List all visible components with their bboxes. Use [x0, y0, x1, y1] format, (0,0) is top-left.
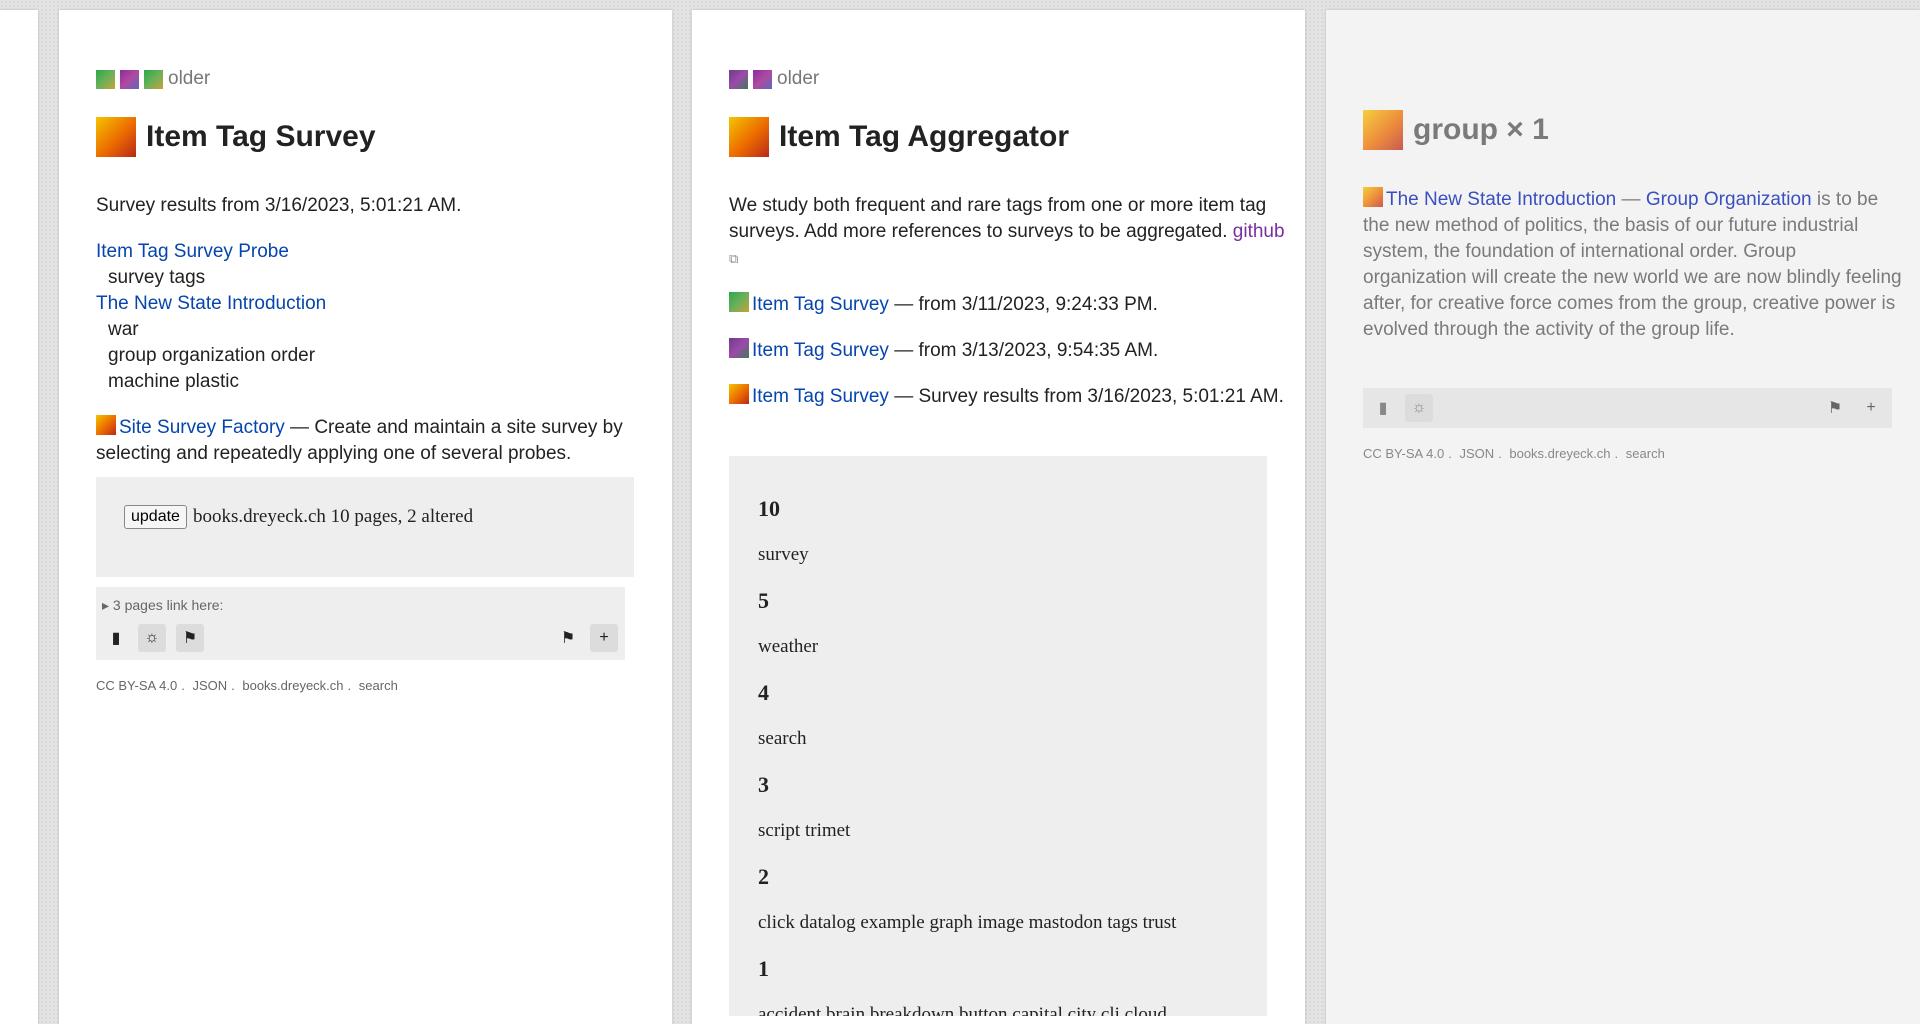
- page-flag-icon[interactable]: [96, 117, 136, 157]
- ref-link[interactable]: Item Tag Survey: [752, 340, 889, 361]
- site-link[interactable]: books.dreyeck.ch: [242, 678, 343, 693]
- paste-icon[interactable]: ▮: [1369, 394, 1397, 422]
- twin-flag-icon[interactable]: [144, 69, 163, 89]
- tag-count: 1: [758, 956, 769, 981]
- site-link[interactable]: books.dreyeck.ch: [1509, 446, 1610, 461]
- tag-count: 3: [758, 772, 769, 797]
- fork-flag-icon[interactable]: ⚑: [554, 624, 582, 652]
- twin-flag-icon[interactable]: [120, 69, 139, 89]
- tag-count: 10: [758, 496, 780, 521]
- ref-flag-icon[interactable]: [96, 415, 116, 435]
- survey-ref-2: Item Tag Survey — from 3/13/2023, 9:54:3…: [729, 338, 1289, 364]
- ref-link[interactable]: Group Organization: [1646, 189, 1812, 210]
- ref-flag-icon[interactable]: [1363, 187, 1383, 207]
- page-title-text: Item Tag Survey: [146, 120, 376, 153]
- twins-bar: older: [729, 68, 819, 90]
- group-text: is to be the new method of politics, the…: [1363, 189, 1902, 340]
- tag-list: accident brain breakdown button capital …: [758, 1004, 1167, 1016]
- twins-label[interactable]: older: [168, 68, 210, 90]
- group-paragraph: The New State Introduction — Group Organ…: [1363, 187, 1902, 340]
- add-icon[interactable]: +: [1857, 394, 1885, 422]
- ref-flag-icon[interactable]: [729, 338, 749, 358]
- factory-link[interactable]: Site Survey Factory: [119, 417, 285, 438]
- update-button[interactable]: update: [124, 505, 187, 529]
- tag-count: 2: [758, 864, 769, 889]
- tag-count: 5: [758, 588, 769, 613]
- tag-list: weather: [758, 636, 819, 657]
- fork-flag-icon[interactable]: ⚑: [1821, 394, 1849, 422]
- twin-flag-icon[interactable]: [96, 69, 115, 89]
- survey-panel: update books.dreyeck.ch 10 pages, 2 alte…: [96, 477, 634, 577]
- page-item-tag-aggregator: older Item Tag Aggregator We study both …: [692, 10, 1305, 1024]
- ref-link[interactable]: The New State Introduction: [1386, 189, 1616, 210]
- page-title: Item Tag Aggregator: [729, 117, 1069, 157]
- license-line: CC BY-SA 4.0. JSON. books.dreyeck.ch. se…: [1363, 446, 1665, 461]
- paste-icon[interactable]: ▮: [102, 624, 130, 652]
- tag-list: survey: [758, 544, 809, 565]
- search-link[interactable]: search: [359, 678, 398, 693]
- ref-item: group organization order: [108, 345, 316, 366]
- search-link[interactable]: search: [1626, 446, 1665, 461]
- backlinks-toggle[interactable]: ▸ 3 pages link here:: [102, 597, 223, 614]
- tag-count: 4: [758, 680, 769, 705]
- page-group: group × 1 The New State Introduction — G…: [1326, 10, 1920, 1024]
- ref-item: machine plastic: [108, 371, 239, 392]
- ref-flag-icon[interactable]: [729, 384, 749, 404]
- reference-list: Item Tag Survey Probe survey tags The Ne…: [96, 239, 656, 395]
- survey-ref-3: Item Tag Survey — Survey results from 3/…: [729, 384, 1289, 410]
- survey-status: books.dreyeck.ch 10 pages, 2 altered: [192, 506, 474, 527]
- ref-link[interactable]: Item Tag Survey: [752, 386, 889, 407]
- json-link[interactable]: JSON: [192, 678, 227, 693]
- twin-flag-icon[interactable]: [729, 69, 748, 89]
- intro-paragraph: We study both frequent and rare tags fro…: [729, 193, 1289, 272]
- survey-ref-1: Item Tag Survey — from 3/11/2023, 9:24:3…: [729, 292, 1289, 318]
- aggregate-panel: 10 survey 5 weather 4 search 3 script tr…: [729, 456, 1267, 1016]
- twin-flag-icon[interactable]: [753, 69, 772, 89]
- twins-bar: older: [96, 68, 210, 90]
- page-flag-icon[interactable]: [1363, 110, 1403, 150]
- twins-label[interactable]: older: [777, 68, 819, 90]
- previous-page-edge[interactable]: [0, 10, 38, 1024]
- flag-icon[interactable]: ⚑: [176, 624, 204, 652]
- license-line: CC BY-SA 4.0. JSON. books.dreyeck.ch. se…: [96, 678, 398, 693]
- license-link[interactable]: CC BY-SA 4.0: [1363, 446, 1444, 461]
- survey-summary: Survey results from 3/16/2023, 5:01:21 A…: [96, 195, 462, 216]
- page-footer: ▮ ☼ ⚑ +: [1363, 388, 1892, 428]
- ref-item: survey tags: [108, 267, 206, 288]
- ref-link[interactable]: Item Tag Survey: [752, 294, 889, 315]
- license-link[interactable]: CC BY-SA 4.0: [96, 678, 177, 693]
- tag-list: script trimet: [758, 820, 851, 841]
- add-icon[interactable]: +: [590, 624, 618, 652]
- ref-link[interactable]: The New State Introduction: [96, 293, 326, 314]
- page-title: Item Tag Survey: [96, 117, 376, 157]
- page-flag-icon[interactable]: [729, 117, 769, 157]
- page-footer: ▸ 3 pages link here: ▮ ☼ ⚑ ⚑ +: [96, 587, 625, 660]
- factory-reference: Site Survey Factory — Create and maintai…: [96, 415, 656, 467]
- external-link-icon: ⧉: [729, 251, 739, 266]
- page-item-tag-survey: older Item Tag Survey Survey results fro…: [59, 10, 672, 1024]
- intro-text: We study both frequent and rare tags fro…: [729, 195, 1267, 242]
- page-title: group × 1: [1363, 110, 1549, 150]
- json-link[interactable]: JSON: [1459, 446, 1494, 461]
- tag-list: click datalog example graph image mastod…: [758, 912, 1177, 933]
- gear-icon[interactable]: ☼: [1405, 394, 1433, 422]
- github-link[interactable]: github: [1233, 221, 1285, 242]
- page-title-text: group × 1: [1413, 113, 1549, 146]
- ref-link[interactable]: Item Tag Survey Probe: [96, 241, 289, 262]
- page-title-text: Item Tag Aggregator: [779, 120, 1070, 153]
- tag-list: search: [758, 728, 807, 749]
- ref-flag-icon[interactable]: [729, 292, 749, 312]
- ref-item: war: [108, 319, 139, 340]
- gear-icon[interactable]: ☼: [138, 624, 166, 652]
